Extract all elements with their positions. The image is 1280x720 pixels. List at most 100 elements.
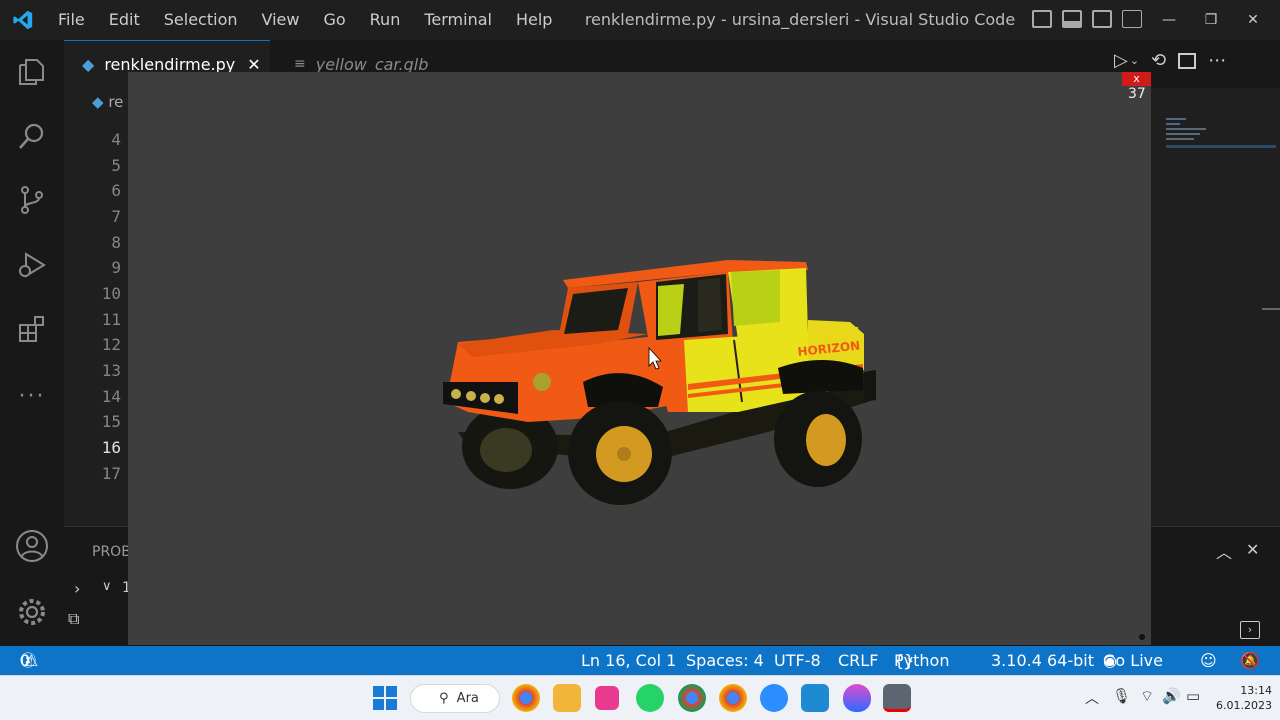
- file-explorer-icon[interactable]: [553, 684, 581, 712]
- chrome-icon[interactable]: [512, 684, 540, 712]
- panel-expand-icon[interactable]: ︿: [1216, 539, 1232, 563]
- fps-counter: 37: [1128, 86, 1146, 102]
- timeline-history-icon[interactable]: ⟲: [1151, 50, 1166, 71]
- notifications-bell-icon[interactable]: 🔕: [1240, 646, 1260, 675]
- line-number: 15: [101, 412, 121, 431]
- tab-label: yellow_car.glb: [315, 54, 429, 74]
- split-editor-icon[interactable]: [1178, 52, 1197, 69]
- menu-run[interactable]: Run: [358, 0, 413, 40]
- menu-help[interactable]: Help: [504, 0, 564, 40]
- minimap[interactable]: [1152, 88, 1280, 526]
- breadcrumb-file: re: [108, 93, 124, 111]
- title-bar: File Edit Selection View Go Run Terminal…: [0, 0, 1280, 40]
- warning-count: 0: [20, 651, 31, 670]
- close-window-icon[interactable]: ✕: [1234, 0, 1272, 40]
- run-python-icon[interactable]: ▷: [1114, 50, 1128, 71]
- chrome-profile-icon[interactable]: [678, 684, 706, 712]
- viewer-close-label: x: [1133, 72, 1140, 85]
- toggle-sidebar-icon[interactable]: [1032, 10, 1052, 28]
- microphone-icon[interactable]: 🎙: [1112, 687, 1131, 705]
- remote-explorer-icon[interactable]: ⧉: [68, 609, 79, 629]
- line-number-current: 16: [101, 438, 121, 457]
- line-number: 7: [111, 207, 121, 226]
- wheel-rear: [774, 391, 862, 487]
- minimize-window-icon[interactable]: —: [1150, 0, 1188, 40]
- run-debug-icon[interactable]: [14, 247, 50, 283]
- show-hidden-icons[interactable]: ︿: [1085, 688, 1099, 708]
- line-number: 12: [101, 335, 121, 354]
- activity-bar: ···: [0, 40, 64, 646]
- volume-icon[interactable]: 🔊: [1162, 687, 1181, 705]
- extensions-icon[interactable]: [14, 311, 50, 347]
- menu-view[interactable]: View: [250, 0, 312, 40]
- more-actions-icon[interactable]: ⋯: [1208, 50, 1226, 71]
- car-3d-scene[interactable]: HORIZON: [128, 72, 1151, 645]
- taskbar-search[interactable]: ⚲ Ara: [410, 684, 500, 713]
- start-button-icon[interactable]: [373, 686, 397, 710]
- go-live-label: Go Live: [1103, 651, 1163, 670]
- panel-chevron-right-icon[interactable]: ›: [74, 579, 80, 598]
- paint-icon[interactable]: [843, 684, 871, 712]
- search-icon[interactable]: [14, 118, 50, 154]
- python-window-icon[interactable]: [883, 684, 911, 712]
- line-number: 10: [101, 284, 121, 303]
- restore-window-icon[interactable]: ❐: [1192, 0, 1230, 40]
- breadcrumb[interactable]: ◆ re: [92, 93, 123, 111]
- source-control-icon[interactable]: [14, 182, 50, 218]
- menu-selection[interactable]: Selection: [152, 0, 250, 40]
- line-number: 14: [101, 387, 121, 406]
- file-lines-icon: ≡: [294, 56, 306, 72]
- whatsapp-icon[interactable]: [636, 684, 664, 712]
- line-number: 5: [111, 156, 121, 175]
- search-icon: ⚲: [439, 691, 449, 706]
- ursina-game-window[interactable]: HORIZON: [128, 72, 1151, 645]
- search-label: Ara: [456, 691, 479, 706]
- end-of-line[interactable]: CRLF: [838, 646, 878, 675]
- cursor-position[interactable]: Ln 16, Col 1: [581, 646, 676, 675]
- line-number: 6: [111, 181, 121, 200]
- more-views-icon[interactable]: ···: [14, 378, 50, 414]
- python-file-icon: ◆: [92, 93, 104, 111]
- explorer-icon[interactable]: [14, 54, 50, 90]
- line-numbers-gutter: 4 5 6 7 8 9 10 11 12 13 14 15 16 17: [64, 128, 128, 488]
- terminal-icon[interactable]: ›: [1240, 621, 1260, 639]
- tree-chevron-down-icon[interactable]: ∨: [102, 579, 112, 594]
- wifi-icon[interactable]: ⌔: [1140, 687, 1154, 706]
- customize-layout-icon[interactable]: [1122, 10, 1142, 28]
- line-number: 13: [101, 361, 121, 380]
- python-file-icon: ◆: [82, 55, 95, 74]
- panel-close-icon[interactable]: ✕: [1246, 540, 1259, 559]
- indentation[interactable]: Spaces: 4: [686, 646, 764, 675]
- vscode-taskbar-icon[interactable]: [801, 684, 829, 712]
- toggle-secondary-sidebar-icon[interactable]: [1092, 10, 1112, 28]
- settings-gear-icon[interactable]: [14, 594, 50, 630]
- account-icon[interactable]: [14, 528, 50, 564]
- line-number: 17: [101, 464, 121, 483]
- toggle-panel-icon[interactable]: [1062, 10, 1082, 28]
- battery-icon[interactable]: ▭: [1186, 687, 1200, 705]
- python-interpreter[interactable]: 3.10.4 64-bit: [991, 646, 1094, 675]
- line-number: 11: [101, 310, 121, 329]
- viewer-close-button[interactable]: x: [1122, 72, 1151, 86]
- vscode-logo-icon[interactable]: [12, 9, 34, 31]
- clock-date: 6.01.2023: [1216, 699, 1272, 712]
- taskbar-clock[interactable]: 13:14 6.01.2023: [1210, 683, 1272, 713]
- menu-go[interactable]: Go: [311, 0, 357, 40]
- status-bar: ⓧ 0 ⚠ 0 Ln 16, Col 1 Spaces: 4 UTF-8 CRL…: [0, 646, 1280, 675]
- line-number: 9: [111, 258, 121, 277]
- menu-edit[interactable]: Edit: [97, 0, 152, 40]
- line-number: 8: [111, 233, 121, 252]
- menu-terminal[interactable]: Terminal: [412, 0, 504, 40]
- menu-bar: File Edit Selection View Go Run Terminal…: [46, 0, 564, 40]
- menu-file[interactable]: File: [46, 0, 97, 40]
- zoom-icon[interactable]: [760, 684, 788, 712]
- windows-taskbar: ⚲ Ara ︿ 🎙 ⌔ 🔊 ▭ 13:14 6.01.2023: [0, 675, 1280, 720]
- encoding[interactable]: UTF-8: [774, 646, 821, 675]
- window-title: renklendirme.py - ursina_dersleri - Visu…: [584, 10, 1016, 29]
- chrome-profile-2-icon[interactable]: [719, 684, 747, 712]
- feedback-icon[interactable]: ☺: [1200, 646, 1217, 675]
- panel-tab-problems[interactable]: PROB: [92, 544, 131, 560]
- snipping-tool-icon[interactable]: [595, 686, 619, 710]
- line-number: 4: [111, 130, 121, 149]
- run-dropdown-icon[interactable]: ⌄: [1130, 54, 1139, 67]
